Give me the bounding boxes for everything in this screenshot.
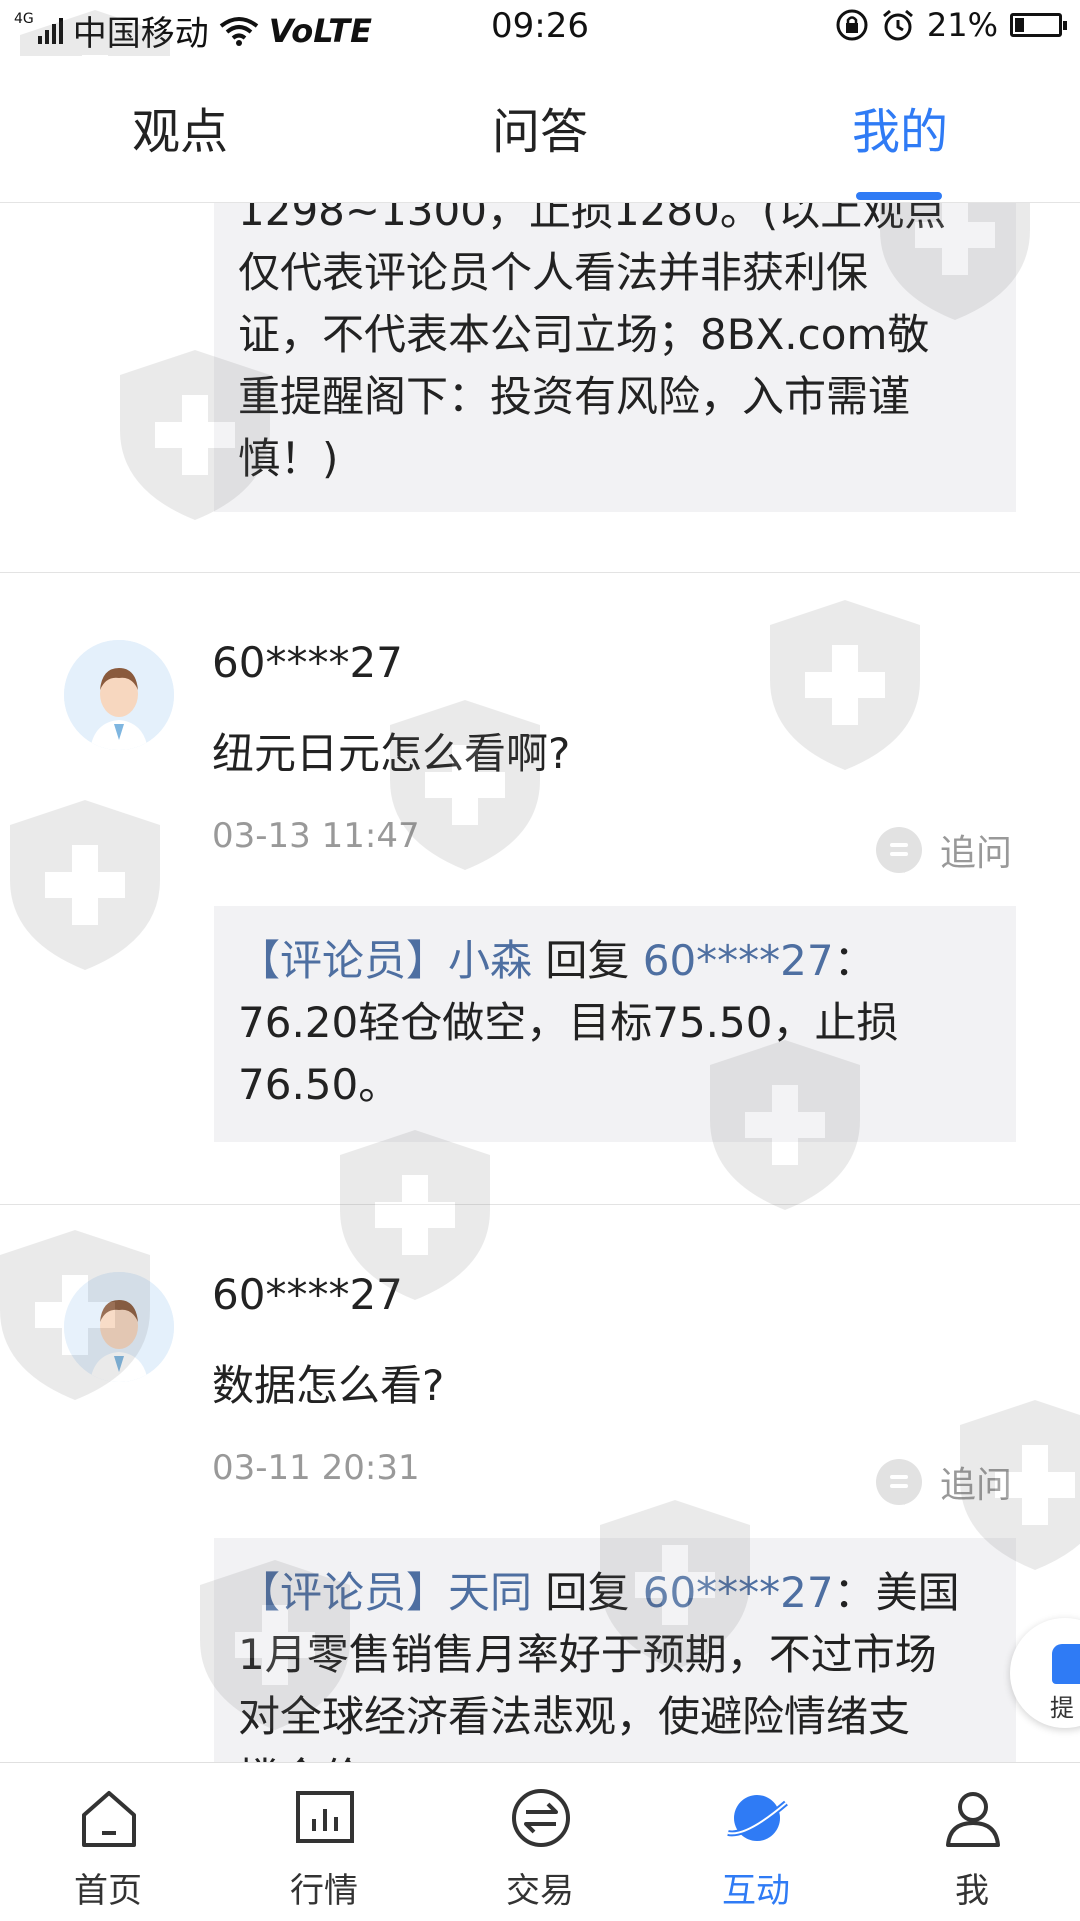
commentator-name[interactable]: 小森 — [448, 936, 532, 985]
reply-header: 【评论员】小森 回复 60****27： — [238, 930, 992, 992]
active-tab-indicator — [856, 192, 942, 200]
commentator-tag: 【评论员】 — [238, 1568, 449, 1617]
commentator-tag: 【评论员】 — [238, 936, 449, 985]
divider — [0, 1204, 1080, 1205]
reply-line: 重提醒阁下：投资有风险，入市需谨 — [238, 372, 911, 421]
question-text: 纽元日元怎么看啊? — [212, 729, 571, 778]
reply-box: 【评论员】天同 回复 60****27：美国 1月零售销售月率好于预期，不过市场… — [214, 1538, 1016, 1762]
nav-market[interactable]: 行情 — [254, 1763, 394, 1921]
nav-me[interactable]: 我 — [902, 1763, 1042, 1921]
reply-header: 【评论员】天同 回复 60****27：美国 — [238, 1562, 992, 1624]
followup-button[interactable]: 追问 — [876, 1456, 1012, 1508]
ask-icon — [1052, 1644, 1080, 1684]
reply-word: 回复 — [532, 936, 643, 985]
nav-label: 我 — [955, 1871, 989, 1911]
tab-qa[interactable]: 问答 — [440, 92, 640, 162]
exchange-icon — [512, 1789, 570, 1847]
chart-icon — [296, 1791, 354, 1843]
username: 60****27 — [212, 1270, 403, 1319]
person-icon — [946, 1792, 1000, 1847]
username: 60****27 — [212, 638, 403, 687]
reply-target[interactable]: 60****27 — [643, 936, 834, 985]
nav-label: 首页 — [74, 1871, 142, 1911]
followup-button[interactable]: 追问 — [876, 824, 1012, 876]
nav-label: 互动 — [722, 1871, 790, 1911]
reply-colon: ：美国 — [833, 1568, 960, 1617]
question-time: 03-13 11:47 — [212, 816, 420, 856]
divider — [0, 572, 1080, 573]
battery-percent: 21% — [926, 6, 998, 44]
user-avatar-icon — [64, 1272, 174, 1382]
nav-interact[interactable]: 互动 — [686, 1763, 826, 1921]
reply-colon: ： — [833, 936, 876, 985]
chat-bubble-icon — [876, 1459, 922, 1505]
nav-label: 行情 — [290, 1871, 358, 1911]
question-text: 数据怎么看? — [212, 1361, 445, 1410]
reply-line: 对全球经济看法悲观，使避险情绪支 — [238, 1692, 911, 1741]
home-icon — [82, 1791, 136, 1847]
reply-line: 慎！) — [238, 434, 339, 483]
reply-line: 证，不代表本公司立场；8BX.com敬 — [238, 310, 930, 359]
reply-box: 【评论员】小森 回复 60****27： 76.20轻仓做空，目标75.50，止… — [214, 906, 1016, 1142]
avatar[interactable] — [64, 640, 174, 750]
floating-button-label: 提 — [1050, 1694, 1074, 1722]
reply-line: 76.20轻仓做空，目标75.50，止损 — [238, 998, 899, 1047]
alarm-icon — [882, 9, 913, 41]
nav-trade[interactable]: 交易 — [470, 1763, 610, 1921]
top-tabs: 观点 问答 我的 — [0, 56, 1080, 203]
tab-mine[interactable]: 我的 — [800, 92, 1000, 162]
nav-home[interactable]: 首页 — [38, 1763, 178, 1921]
tab-viewpoints[interactable]: 观点 — [80, 92, 280, 162]
reply-line: 1298~1300，止损1280。(以上观点 — [238, 202, 947, 235]
status-bar: 4G 中国移动 VoLTE 09:26 21% — [0, 0, 1080, 56]
planet-icon — [727, 1795, 788, 1841]
user-avatar-icon — [64, 640, 174, 750]
avatar[interactable] — [64, 1272, 174, 1382]
reply-line: 76.50。 — [238, 1060, 401, 1109]
reply-line: 撑金价 — [238, 1748, 992, 1762]
chat-bubble-icon — [876, 827, 922, 873]
reply-target[interactable]: 60****27 — [643, 1568, 834, 1617]
followup-label: 追问 — [940, 833, 1013, 874]
reply-word: 回复 — [532, 1568, 643, 1617]
question-time: 03-11 20:31 — [212, 1448, 420, 1488]
reply-box: 1298~1300，止损1280。(以上观点 仅代表评论员个人看法并非获利保 证… — [214, 202, 1016, 512]
question-feed[interactable]: 1298~1300，止损1280。(以上观点 仅代表评论员个人看法并非获利保 证… — [0, 202, 1080, 1762]
status-right: 21% — [835, 6, 1067, 44]
rotation-lock-icon — [836, 9, 868, 41]
nav-label: 交易 — [506, 1871, 574, 1911]
bottom-navigation: 首页 行情 交易 互动 我 — [0, 1762, 1080, 1921]
reply-line: 仅代表评论员个人看法并非获利保 — [238, 248, 869, 297]
followup-label: 追问 — [940, 1465, 1013, 1506]
reply-line: 1月零售销售月率好于预期，不过市场 — [238, 1630, 937, 1679]
battery-icon — [1010, 13, 1067, 37]
commentator-name[interactable]: 天同 — [448, 1568, 532, 1617]
